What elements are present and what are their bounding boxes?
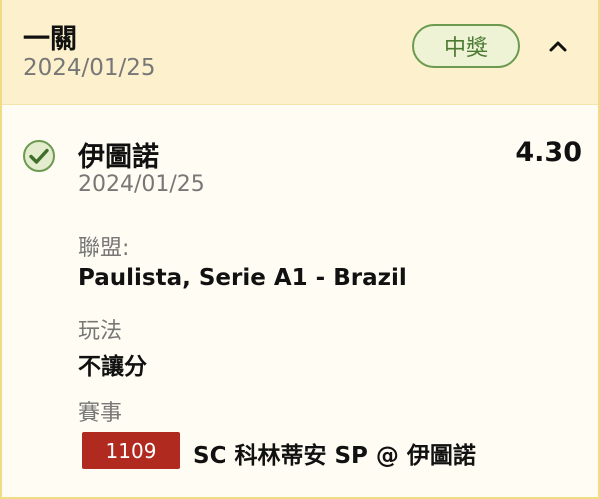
- bet-type-title: 一關: [23, 24, 77, 55]
- event-name: SC 科林蒂安 SP @ 伊圖諾: [193, 443, 476, 469]
- selection-odds: 4.30: [515, 137, 582, 168]
- collapse-button[interactable]: [540, 28, 576, 64]
- bet-date: 2024/01/25: [23, 55, 156, 81]
- bet-slip-card: 一關 2024/01/25 中獎 伊圖諾 2024/01/25 4.30 聯盟:…: [0, 0, 600, 499]
- selection-date: 2024/01/25: [78, 172, 205, 197]
- market-label: 玩法: [78, 319, 123, 344]
- market-value: 不讓分: [78, 354, 147, 380]
- event-id-badge: 1109: [82, 432, 180, 469]
- status-badge: 中獎: [412, 24, 520, 68]
- check-circle-icon: [23, 140, 55, 172]
- selection-name: 伊圖諾: [78, 142, 159, 173]
- event-label: 賽事: [78, 401, 123, 426]
- bet-header[interactable]: 一關 2024/01/25 中獎: [2, 0, 598, 105]
- league-label: 聯盟:: [78, 236, 130, 261]
- chevron-up-icon: [549, 41, 567, 52]
- league-value: Paulista, Serie A1 - Brazil: [78, 265, 407, 291]
